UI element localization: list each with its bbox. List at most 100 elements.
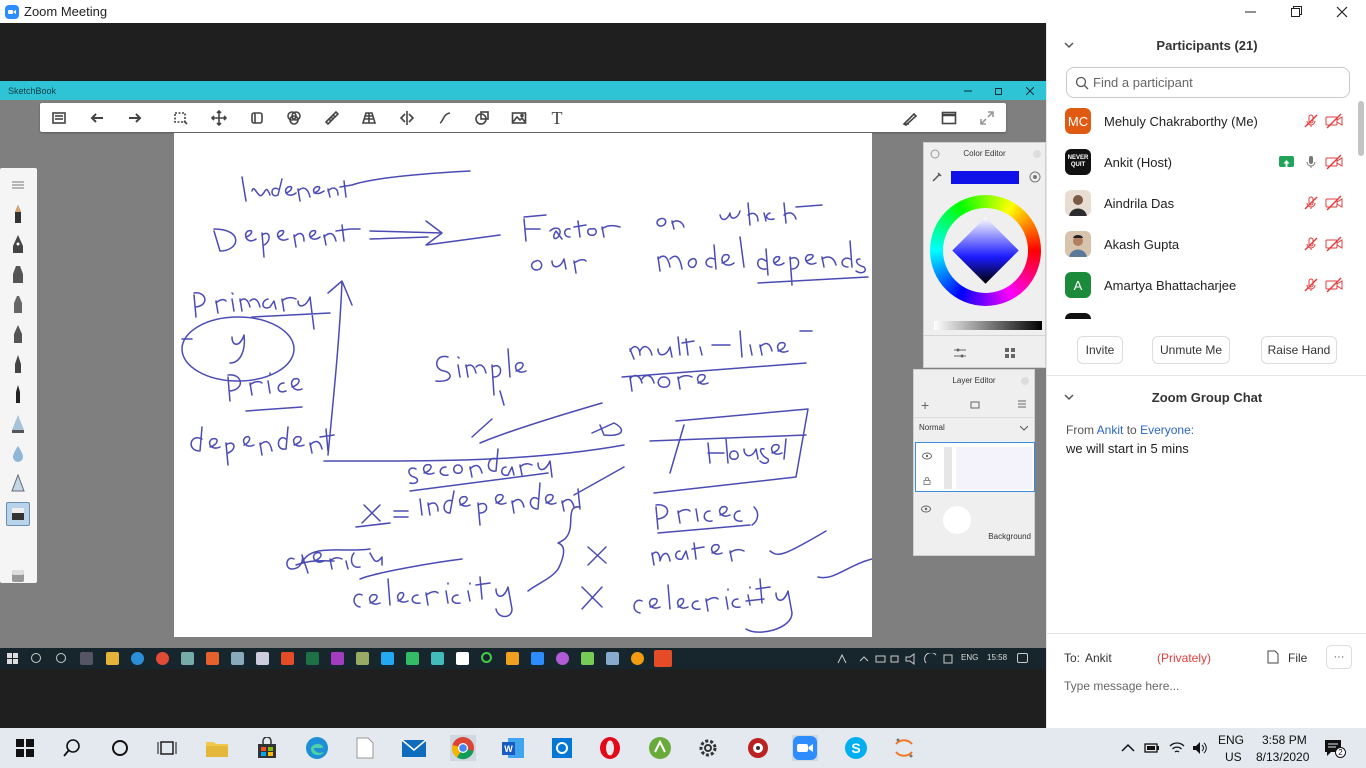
- opera-button[interactable]: [597, 735, 623, 761]
- brush-settings-icon[interactable]: [900, 108, 920, 128]
- text-tool-icon[interactable]: T: [547, 108, 567, 128]
- close-button[interactable]: [1319, 0, 1365, 23]
- edge-button[interactable]: [304, 735, 330, 761]
- visibility-eye-icon[interactable]: [921, 505, 931, 513]
- smudge-brush-icon[interactable]: [9, 473, 27, 494]
- participant-row[interactable]: A Amartya Bhattacharjee: [1047, 265, 1357, 306]
- participant-row[interactable]: NEVER QUIT Ankit (Host): [1047, 142, 1357, 183]
- sketchbook-minimize-button[interactable]: [953, 81, 983, 100]
- wifi-icon[interactable]: [1169, 741, 1185, 755]
- file-icon[interactable]: [1267, 650, 1279, 664]
- lagoon-menu-icon[interactable]: [49, 108, 69, 128]
- volume-icon[interactable]: [1192, 741, 1208, 755]
- panel-settings-icon[interactable]: [930, 149, 940, 159]
- chat-recipient-select[interactable]: Ankit: [1085, 651, 1112, 665]
- layer-1-row[interactable]: [915, 442, 1035, 492]
- app-button[interactable]: [745, 735, 771, 761]
- settings-button[interactable]: [695, 735, 721, 761]
- file-button[interactable]: File: [1288, 651, 1307, 665]
- clock-date[interactable]: 8/13/2020: [1256, 750, 1309, 764]
- mail-button[interactable]: [401, 735, 427, 761]
- store-button[interactable]: [254, 735, 280, 761]
- notepad-button[interactable]: [352, 735, 378, 761]
- language-indicator[interactable]: ENG: [1218, 733, 1244, 747]
- keyboard-layout-indicator[interactable]: US: [1225, 750, 1242, 764]
- participant-row[interactable]: MC Mehuly Chakraborthy (Me): [1047, 101, 1357, 142]
- eyedropper-icon[interactable]: [931, 171, 943, 183]
- color-sliders-icon[interactable]: [953, 347, 967, 359]
- fine-pen-brush-icon[interactable]: [9, 354, 27, 374]
- eraser-brush-selected[interactable]: [6, 502, 30, 526]
- battery-icon[interactable]: [1144, 741, 1160, 755]
- participant-row[interactable]: Aindrila Das: [1047, 183, 1357, 224]
- chrome-button[interactable]: [450, 735, 476, 761]
- lock-icon[interactable]: [923, 477, 931, 485]
- background-layer-row[interactable]: Background: [915, 496, 1035, 546]
- layer-menu-icon[interactable]: [1017, 399, 1027, 409]
- video-off-icon[interactable]: [1325, 236, 1343, 252]
- video-off-icon[interactable]: [1325, 154, 1343, 170]
- video-off-icon[interactable]: [1325, 113, 1343, 129]
- clock-time[interactable]: 3:58 PM: [1262, 733, 1307, 747]
- mic-muted-icon[interactable]: [1303, 277, 1319, 293]
- raise-hand-button[interactable]: Raise Hand: [1261, 336, 1337, 364]
- hard-eraser-icon[interactable]: [9, 566, 27, 586]
- chevron-up-icon[interactable]: [1121, 743, 1135, 753]
- image-icon[interactable]: [509, 108, 529, 128]
- transform-icon[interactable]: [209, 108, 229, 128]
- file-explorer-button[interactable]: [204, 735, 230, 761]
- layer-options-icon[interactable]: [970, 399, 980, 409]
- current-color-swatch[interactable]: [951, 171, 1019, 184]
- add-layer-icon[interactable]: +: [921, 397, 929, 413]
- participant-row[interactable]: Akash Gupta: [1047, 224, 1357, 265]
- panel-close-icon[interactable]: [1032, 149, 1042, 159]
- undo-icon[interactable]: [87, 108, 107, 128]
- mic-muted-icon[interactable]: [1303, 195, 1319, 211]
- fullscreen-icon[interactable]: [977, 108, 997, 128]
- word-button[interactable]: W: [500, 735, 526, 761]
- pencil-brush-icon[interactable]: [9, 204, 27, 224]
- window-layout-icon[interactable]: [939, 108, 959, 128]
- color-puck-icon[interactable]: [284, 108, 304, 128]
- windows-start-button[interactable]: [12, 735, 38, 761]
- app-button[interactable]: [549, 735, 575, 761]
- crop-icon[interactable]: [247, 108, 267, 128]
- airbrush-icon[interactable]: [9, 414, 27, 434]
- chat-recipient-link[interactable]: Everyone:: [1140, 423, 1194, 437]
- video-off-icon[interactable]: [1325, 277, 1343, 293]
- select-icon[interactable]: [171, 108, 191, 128]
- blender-brush-icon[interactable]: [9, 444, 27, 464]
- shapes-icon[interactable]: [472, 108, 492, 128]
- palette-menu-icon[interactable]: [9, 174, 27, 194]
- chisel-brush-icon[interactable]: [9, 324, 27, 344]
- ruler-icon[interactable]: [322, 108, 342, 128]
- color-mode-icon[interactable]: [1029, 171, 1041, 183]
- visibility-eye-icon[interactable]: [922, 452, 932, 460]
- chat-message-input[interactable]: Type message here...: [1064, 679, 1179, 693]
- perspective-icon[interactable]: [359, 108, 379, 128]
- felt-pen-brush-icon[interactable]: [9, 294, 27, 314]
- task-view-button[interactable]: [154, 735, 180, 761]
- jupyter-button[interactable]: [891, 735, 917, 761]
- sketchbook-restore-button[interactable]: [984, 81, 1014, 100]
- panel-close-icon[interactable]: [1020, 376, 1030, 386]
- participants-scrollbar[interactable]: [1358, 101, 1364, 319]
- mic-muted-icon[interactable]: [1303, 236, 1319, 252]
- app-button[interactable]: [647, 735, 673, 761]
- layer-opacity-slider[interactable]: [944, 447, 952, 489]
- unmute-me-button[interactable]: Unmute Me: [1152, 336, 1230, 364]
- participant-search-input[interactable]: Find a participant: [1066, 67, 1350, 98]
- minimize-button[interactable]: [1227, 0, 1273, 23]
- mic-muted-icon[interactable]: [1303, 113, 1319, 129]
- search-button[interactable]: [59, 735, 85, 761]
- symmetry-icon[interactable]: [397, 108, 417, 128]
- zoom-taskbar-button[interactable]: [792, 735, 818, 761]
- chat-sender-link[interactable]: Ankit: [1097, 423, 1124, 437]
- marker-brush-icon[interactable]: [9, 264, 27, 284]
- invite-button[interactable]: Invite: [1077, 336, 1123, 364]
- drawing-canvas[interactable]: [174, 133, 872, 637]
- cortana-button[interactable]: [107, 735, 133, 761]
- skype-button[interactable]: S: [843, 735, 869, 761]
- restore-button[interactable]: [1273, 0, 1319, 23]
- video-off-icon[interactable]: [1325, 195, 1343, 211]
